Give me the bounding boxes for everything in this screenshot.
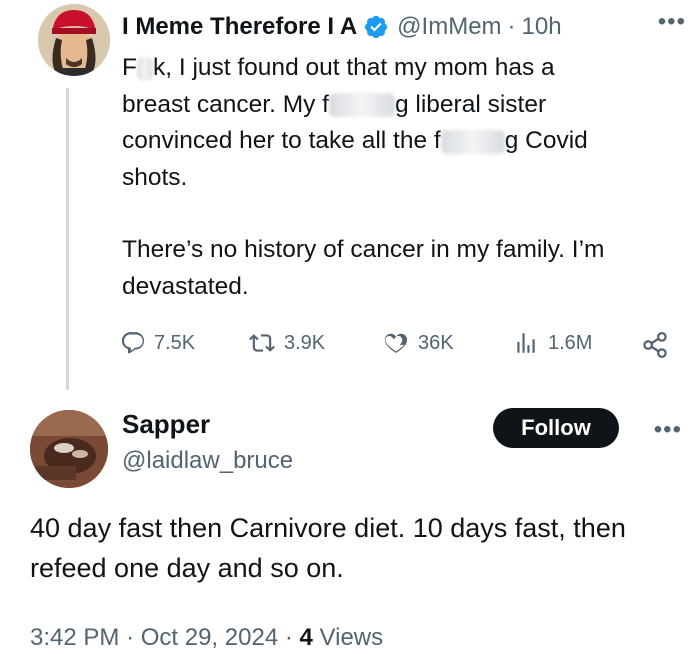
text-fragment: breast cancer. My f xyxy=(122,90,329,118)
text-fragment: shots. xyxy=(122,163,188,191)
text-fragment: g liberal sister xyxy=(394,90,547,118)
reply-more-options-icon[interactable]: ••• xyxy=(654,416,682,444)
text-fragment: F xyxy=(122,54,137,81)
reply-display-name[interactable]: Sapper xyxy=(122,408,293,440)
repost-count: 3.9K xyxy=(284,331,326,354)
views-count: 1.6M xyxy=(548,331,593,354)
separator-dot: · xyxy=(284,624,293,651)
separator-dot: · xyxy=(507,13,516,40)
heart-icon xyxy=(384,333,408,353)
censor-blur xyxy=(136,56,153,81)
like-button[interactable]: 36K xyxy=(382,330,454,356)
tweet-header: I Meme Therefore I A @ImMem · 10h xyxy=(122,10,686,44)
text-fragment: convinced her to take all the f xyxy=(122,127,441,154)
views-button[interactable]: 1.6M xyxy=(512,330,592,356)
thread-connector-line xyxy=(66,88,69,390)
like-count: 36K xyxy=(418,331,454,354)
more-options-icon[interactable]: ••• xyxy=(658,8,686,36)
reply-user-info: Sapper @laidlaw_bruce xyxy=(122,408,293,478)
text-fragment: g Covid xyxy=(504,127,588,154)
repost-icon xyxy=(249,334,275,352)
verified-badge-icon[interactable] xyxy=(363,14,389,40)
reply-meta: 3:42 PM · Oct 29, 2024 · 4 Views xyxy=(30,624,383,652)
handle[interactable]: @ImMem xyxy=(397,13,501,41)
separator-dot: · xyxy=(126,624,135,651)
reply-views-label: Views xyxy=(319,624,384,651)
tweet-paragraph-2: There’s no history of cancer in my famil… xyxy=(122,236,605,300)
avatar-original-poster[interactable] xyxy=(38,4,110,76)
share-button[interactable] xyxy=(640,330,678,360)
display-name[interactable]: I Meme Therefore I A xyxy=(122,13,357,41)
reply-icon xyxy=(121,332,145,354)
tweet-text: Fk, I just found out that my mom has a b… xyxy=(122,50,682,305)
text-fragment: k, I just found out that my mom has a xyxy=(152,54,555,81)
action-bar: 7.5K 3.9K 36K 1.6M xyxy=(120,330,672,364)
reply-date[interactable]: Oct 29, 2024 xyxy=(141,624,278,651)
reply-button[interactable]: 7.5K xyxy=(120,330,195,356)
views-chart-icon xyxy=(517,333,535,353)
avatar-reply-user[interactable] xyxy=(30,410,108,488)
reply-handle[interactable]: @laidlaw_bruce xyxy=(122,444,293,478)
censor-blur xyxy=(440,129,505,154)
follow-button[interactable]: Follow xyxy=(493,408,619,448)
reply-text: 40 day fast then Carnivore diet. 10 days… xyxy=(30,513,626,583)
censor-blur xyxy=(328,93,395,118)
share-icon xyxy=(643,332,667,358)
reply-count: 7.5K xyxy=(154,331,196,354)
repost-button[interactable]: 3.9K xyxy=(248,330,325,356)
tweet-time[interactable]: 10h xyxy=(522,13,562,41)
reply-time[interactable]: 3:42 PM xyxy=(30,624,119,651)
reply-views-count: 4 xyxy=(299,624,313,651)
